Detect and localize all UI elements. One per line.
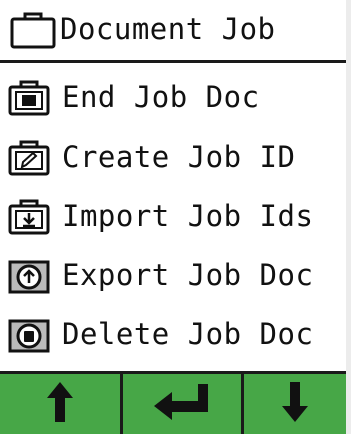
menu-item-label: Import Job Ids (62, 199, 314, 233)
menu-item-label: Create Job ID (62, 140, 296, 174)
arrow-up-icon (45, 380, 75, 428)
enter-icon (152, 382, 212, 426)
menu-item-label: End Job Doc (62, 80, 260, 114)
menu-item-export-job-doc[interactable]: Export Job Doc (0, 250, 346, 300)
header-divider (0, 60, 346, 63)
menu-item-label: Export Job Doc (62, 258, 314, 292)
scroll-down-button[interactable] (244, 374, 346, 434)
device-screen: Document Job End Job Doc Create Job ID I… (0, 0, 346, 434)
menu-item-end-job-doc[interactable]: End Job Doc (0, 72, 346, 122)
menu-item-import-job-ids[interactable]: Import Job Ids (0, 191, 346, 241)
briefcase-icon (10, 11, 56, 53)
screen-header: Document Job (0, 0, 346, 60)
arrow-down-icon (280, 380, 310, 428)
softkey-bar (0, 371, 346, 434)
menu-item-delete-job-doc[interactable]: Delete Job Doc (0, 309, 346, 359)
menu-item-label: Delete Job Doc (62, 317, 314, 351)
briefcase-import-icon (8, 199, 54, 239)
menu-item-create-job-id[interactable]: Create Job ID (0, 132, 346, 182)
page-title: Document Job (60, 12, 276, 46)
briefcase-delete-icon (8, 317, 54, 357)
briefcase-pencil-icon (8, 140, 54, 180)
enter-button[interactable] (123, 374, 241, 434)
briefcase-stop-icon (8, 80, 54, 120)
briefcase-export-icon (8, 258, 54, 298)
scroll-up-button[interactable] (0, 374, 120, 434)
